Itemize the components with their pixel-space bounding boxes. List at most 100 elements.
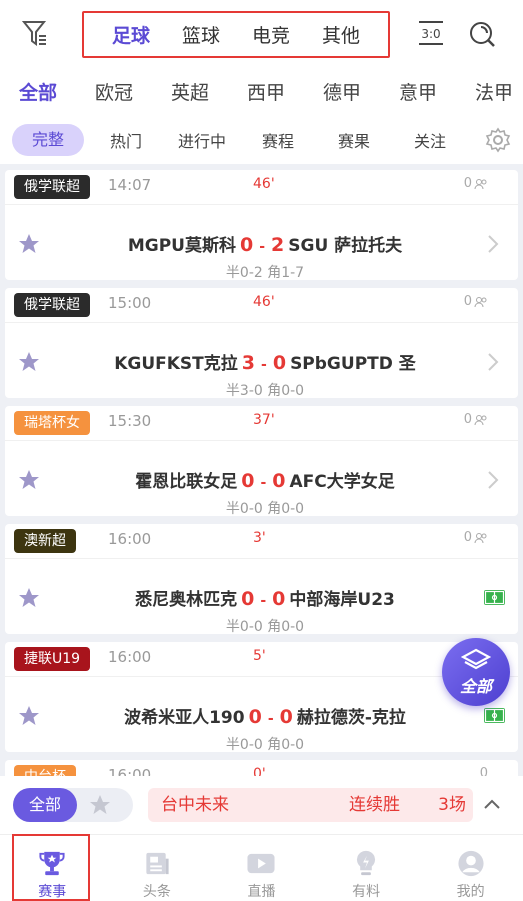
league-badge: 中台杯 [14,765,76,776]
chip-hot[interactable]: 热门 [90,128,162,152]
match-minute: 46' [253,294,275,310]
match-card[interactable]: 俄学联超 14:07 46' 0 MGPU莫斯科 0-2 SGU 萨拉托夫 半0-2… [5,170,518,281]
chevron-right-icon[interactable] [486,352,500,372]
match-card[interactable]: 捷联U19 16:00 5' 0 波希米亚人1900-0赫拉德茨-克拉 半0-0… [5,642,518,753]
follower-count-value: 0 [479,766,488,776]
bulb-icon [357,850,376,876]
home-score: 0 [241,588,255,610]
match-card[interactable]: 中台杯 16:00 0' 0 [5,760,518,776]
match-minute: 0' [253,766,266,776]
chip-live[interactable]: 进行中 [162,128,242,152]
live-pitch-icon[interactable] [484,708,505,723]
match-time: 15:30 [108,412,152,430]
star-icon[interactable] [18,351,40,373]
tabbar-label: 头条 [142,884,171,900]
star-icon[interactable] [18,469,40,491]
half-corner-stats: 半0-2 角1-7 [225,265,305,281]
favorites-star-icon[interactable] [89,794,111,816]
divider [5,440,518,441]
active-tab-highlight [12,834,90,901]
streak-banner[interactable]: 台中未来 连续胜 3场 [148,788,473,822]
league-tab-ucl[interactable]: 欧冠 [76,78,152,105]
follower-count-value: 0 [463,412,472,427]
half-corner-stats: 半0-0 角0-0 [225,737,305,753]
scope-all-button[interactable]: 全部 [13,788,77,822]
home-team: 悉尼奥林匹克 [135,590,238,610]
match-time: 16:00 [108,648,152,666]
chip-results[interactable]: 赛果 [314,128,394,152]
match-minute: 37' [253,412,275,428]
star-icon[interactable] [18,705,40,727]
divider [5,322,518,323]
search-icon[interactable] [466,18,498,50]
filter-icon[interactable] [18,16,52,50]
scope-toggle: 全部 [13,788,133,822]
score-mode-icon[interactable]: 3:0 [415,18,447,48]
half-corner-stats: 半3-0 角0-0 [225,383,305,399]
fab-label: 全部 [459,676,492,696]
match-minute: 5' [253,648,266,664]
match-time: 15:00 [108,294,152,312]
people-icon [474,296,487,307]
tab-other[interactable]: 其他 [322,21,360,48]
score-mode-label: 3:0 [421,27,440,41]
match-teams: KGUFKST克拉 3-0 SPbGUPTD 圣 [65,349,465,374]
score-dash: - [260,593,267,609]
league-badge: 俄学联超 [14,293,90,317]
play-icon [247,853,276,874]
tab-basketball[interactable]: 篮球 [182,21,220,48]
home-score: 0 [239,234,254,256]
league-tab-laliga[interactable]: 西甲 [228,78,304,105]
follower-count: 0 [464,176,488,191]
match-teams: 悉尼奥林匹克 0-0 中部海岸U23 [65,585,465,610]
tabbar-label: 有料 [352,884,381,900]
league-tab-epl[interactable]: 英超 [152,78,228,105]
league-tab-ligue1[interactable]: 法甲 [456,78,523,105]
star-icon[interactable] [18,587,40,609]
follower-count-value: 0 [463,176,472,191]
match-minute: 46' [253,176,275,192]
all-leagues-fab[interactable]: 全部 [442,638,510,706]
home-score: 0 [241,470,255,492]
match-card[interactable]: 澳新超 16:00 3' 0 悉尼奥林匹克 0-0 中部海岸U23 半0-0 角0-… [5,524,518,635]
filter-chips: 完整 热门 进行中 赛程 赛果 关注 [0,116,523,164]
match-time: 14:07 [108,176,152,194]
chevron-up-icon[interactable] [482,794,502,814]
match-card[interactable]: 瑞塔杯女 15:30 37' 0 霍恩比联女足 0-0 AFC大学女足 半0-0 角… [5,406,518,517]
live-pitch-icon[interactable] [484,590,505,605]
chevron-right-icon[interactable] [486,470,500,490]
chip-following[interactable]: 关注 [394,128,466,152]
tab-esports[interactable]: 电竞 [252,21,290,48]
people-icon [474,532,487,543]
follower-count-value: 0 [463,294,472,309]
tab-football[interactable]: 足球 [112,21,150,48]
chip-schedule[interactable]: 赛程 [242,128,314,152]
league-tab-all[interactable]: 全部 [0,78,76,105]
half-corner-stats: 半0-0 角0-0 [225,619,305,635]
divider [5,204,518,205]
star-icon[interactable] [18,233,40,255]
divider [5,676,518,677]
away-team: 中部海岸U23 [289,590,395,610]
follower-count: 0 [464,530,488,545]
match-minute: 3' [253,530,266,546]
tabbar-live[interactable]: 直播 [209,835,314,901]
sport-tabs: 足球 篮球 电竞 其他 [82,11,390,58]
chip-complete[interactable]: 完整 [12,124,84,156]
tabbar-news[interactable]: 头条 [105,835,210,901]
tabbar-insights[interactable]: 有料 [314,835,419,901]
league-tab-seriea[interactable]: 意甲 [380,78,456,105]
chevron-right-icon[interactable] [486,234,500,254]
home-team: 霍恩比联女足 [135,472,238,492]
away-team: SPbGUPTD 圣 [290,354,416,374]
divider [5,558,518,559]
tabbar-profile[interactable]: 我的 [418,835,523,901]
match-time: 16:00 [108,766,152,776]
home-score: 3 [241,352,256,374]
league-badge: 澳新超 [14,529,76,553]
settings-gear-icon[interactable] [482,124,514,156]
match-card[interactable]: 俄学联超 15:00 46' 0 KGUFKST克拉 3-0 SPbGUPTD 圣 … [5,288,518,399]
score-dash: - [261,357,267,373]
league-badge: 瑞塔杯女 [14,411,90,435]
league-tab-bundesliga[interactable]: 德甲 [304,78,380,105]
